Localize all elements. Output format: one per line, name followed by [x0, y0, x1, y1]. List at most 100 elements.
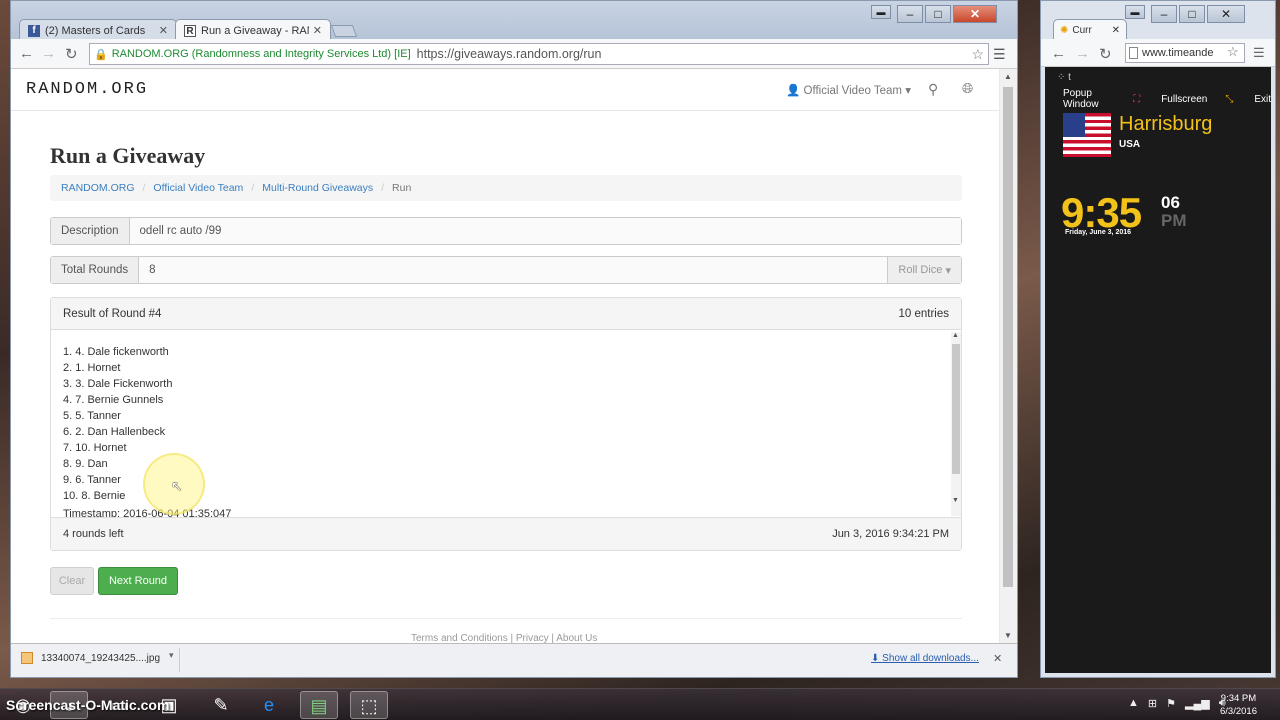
windows-taskbar: ◉ ◕ ▭ ▣ ✎ e ▤ ⬚ Screencast-O-Matic.com ▲… — [0, 688, 1280, 720]
tab-facebook[interactable]: f (2) Masters of Cards ✕ — [19, 19, 177, 41]
ev-certificate-badge[interactable]: 🔒 RANDOM.ORG (Randomness and Integrity S… — [94, 48, 411, 61]
breadcrumb-separator: / — [251, 182, 255, 194]
back-icon[interactable]: ← — [1051, 45, 1066, 62]
show-all-downloads-link[interactable]: ⬇ Show all downloads... — [871, 653, 979, 664]
site-brand[interactable]: RANDOM.ORG — [26, 80, 148, 99]
minimize-icon[interactable]: – — [897, 5, 923, 23]
tab-title: Run a Giveaway - RANDO — [201, 24, 309, 37]
forward-icon[interactable]: → — [1075, 45, 1090, 62]
taskbar-clock[interactable]: 9:34 PM 6/3/2016 — [1220, 692, 1257, 718]
taskbar-excel-icon[interactable]: ▤ — [300, 691, 338, 719]
timeanddate-icon: ✺ — [1060, 25, 1069, 36]
taskbar-screencast-icon[interactable]: ⬚ — [350, 691, 388, 719]
fullscreen-link[interactable]: ⛶ Fullscreen — [1133, 94, 1207, 105]
popup-window-link[interactable]: Popup Window — [1063, 88, 1115, 110]
lock-icon: 🔒 — [94, 48, 108, 61]
list-item: 2. 1. Hornet — [63, 362, 121, 374]
maximize-icon[interactable]: □ — [925, 5, 951, 23]
total-rounds-label: Total Rounds — [51, 257, 140, 283]
site-navbar: RANDOM.ORG 👤 Official Video Team ▾ ⚲ 🌐︎ — [11, 69, 999, 111]
user-menu[interactable]: 👤 Official Video Team ▾ — [786, 83, 911, 97]
page-icon — [1129, 47, 1138, 59]
close-window-icon[interactable]: ✕ — [953, 5, 997, 23]
close-window-icon[interactable]: ✕ — [1207, 5, 1245, 23]
result-datetime: Jun 3, 2016 9:34:21 PM — [832, 528, 949, 540]
chrome-menu-icon[interactable]: ☰ — [993, 46, 1006, 63]
close-tab-icon[interactable]: ✕ — [1112, 25, 1120, 36]
profile-icon[interactable]: ▬ — [871, 5, 891, 19]
description-field: odell rc auto /99 — [129, 218, 961, 244]
user-icon: 👤 — [786, 85, 801, 97]
scroll-down-icon[interactable]: ▼ — [1004, 631, 1012, 640]
windows-flag-icon[interactable]: ⊞ — [1148, 697, 1157, 710]
reload-icon[interactable]: ↻ — [65, 45, 78, 63]
profile-icon[interactable]: ▬ — [1125, 5, 1145, 19]
search-icon[interactable]: ⚲ — [928, 81, 938, 98]
breadcrumb-link[interactable]: Multi-Round Giveaways — [262, 182, 373, 194]
close-tab-icon[interactable]: ✕ — [313, 24, 322, 37]
next-round-button[interactable]: Next Round — [98, 567, 178, 595]
browser-toolbar: ← → ↻ 🔒 RANDOM.ORG (Randomness and Integ… — [11, 39, 1017, 69]
page-scrollbar[interactable]: ▲ ▼ — [1000, 69, 1017, 643]
window-controls: – □ ✕ — [1151, 5, 1245, 23]
roll-dice-button[interactable]: Roll Dice ▾ — [887, 257, 961, 283]
system-tray: ▲ ⊞ ⚑ ▂▄▆ 🔊︎ — [1128, 697, 1226, 710]
forward-icon[interactable]: → — [41, 45, 56, 62]
taskbar-date: 6/3/2016 — [1220, 706, 1257, 717]
download-item[interactable]: 13340074_19243425....jpg — [21, 652, 160, 664]
maximize-icon[interactable]: □ — [1179, 5, 1205, 23]
ev-label: RANDOM.ORG (Randomness and Integrity Ser… — [111, 48, 411, 60]
tab-random-org[interactable]: R Run a Giveaway - RANDO ✕ — [175, 19, 331, 41]
breadcrumb: RANDOM.ORG / Official Video Team / Multi… — [50, 175, 962, 201]
mouse-cursor-icon: ↖ — [171, 478, 183, 494]
reload-icon[interactable]: ↻ — [1099, 45, 1112, 63]
breadcrumb-link[interactable]: Official Video Team — [153, 182, 243, 194]
result-scrollbar[interactable]: ▲ ▼ — [951, 332, 961, 516]
scroll-down-icon[interactable]: ▼ — [952, 497, 959, 504]
caret-down-icon: ▾ — [905, 85, 911, 97]
show-hidden-icons-icon[interactable]: ▲ — [1128, 697, 1139, 710]
widget-menu: Popup Window ⛶ Fullscreen ⤡ Exit — [1045, 88, 1271, 110]
taskbar-ie-icon[interactable]: e — [250, 691, 288, 719]
page-title: Run a Giveaway — [50, 143, 206, 168]
description-label: Description — [51, 218, 130, 244]
clock-widget: ⁘ t Popup Window ⛶ Fullscreen ⤡ Exit Harri… — [1045, 67, 1271, 673]
chrome-menu-icon[interactable]: ☰ — [1253, 45, 1265, 61]
footer-divider — [50, 618, 962, 619]
clear-button[interactable]: Clear — [50, 567, 94, 595]
scroll-up-icon[interactable]: ▲ — [952, 332, 959, 339]
breadcrumb-link[interactable]: RANDOM.ORG — [61, 182, 135, 194]
network-icon[interactable]: ▂▄▆ — [1185, 697, 1210, 710]
fullscreen-label: Fullscreen — [1161, 93, 1208, 105]
close-icon[interactable]: ✕ — [993, 652, 1002, 665]
url-text: www.timeande — [1142, 47, 1214, 59]
download-bar: 13340074_19243425....jpg ▾ ⬇ Show all do… — [11, 643, 1017, 677]
scroll-up-icon[interactable]: ▲ — [1004, 72, 1012, 81]
scrollbar-thumb[interactable] — [952, 344, 960, 474]
bookmark-star-icon[interactable]: ☆ — [971, 46, 984, 63]
new-tab-button[interactable] — [330, 25, 358, 37]
fullscreen-icon: ⛶ — [1133, 93, 1141, 105]
exit-icon: ⤡ — [1225, 93, 1234, 105]
caret-down-icon: ▾ — [942, 264, 951, 277]
taskbar-tools-icon[interactable]: ✎ — [202, 691, 240, 719]
exit-link[interactable]: ⤡ Exit — [1225, 94, 1271, 105]
page-viewport: RANDOM.ORG 👤 Official Video Team ▾ ⚲ 🌐︎ … — [11, 69, 999, 643]
action-center-icon[interactable]: ⚑ — [1166, 697, 1176, 710]
bookmark-star-icon[interactable]: ☆ — [1227, 44, 1239, 60]
scrollbar-thumb[interactable] — [1003, 87, 1013, 587]
minimize-icon[interactable]: – — [1151, 5, 1177, 23]
roll-dice-label: Roll Dice — [898, 264, 943, 276]
list-item: 7. 10. Hornet — [63, 442, 127, 454]
tab-timeanddate[interactable]: ✺ Curr ✕ — [1053, 19, 1127, 41]
chevron-down-icon[interactable]: ▾ — [169, 650, 174, 661]
list-item: 1. 4. Dale fickenworth — [63, 346, 169, 358]
close-tab-icon[interactable]: ✕ — [159, 24, 168, 37]
globe-icon[interactable]: 🌐︎ — [962, 80, 973, 97]
footer-links[interactable]: Terms and Conditions | Privacy | About U… — [411, 633, 597, 643]
download-icon: ⬇ — [871, 653, 883, 664]
address-bar[interactable]: 🔒 RANDOM.ORG (Randomness and Integrity S… — [89, 43, 989, 65]
back-icon[interactable]: ← — [19, 45, 34, 62]
flag-canton — [1063, 113, 1085, 137]
result-panel-header: Result of Round #4 10 entries — [51, 298, 961, 330]
